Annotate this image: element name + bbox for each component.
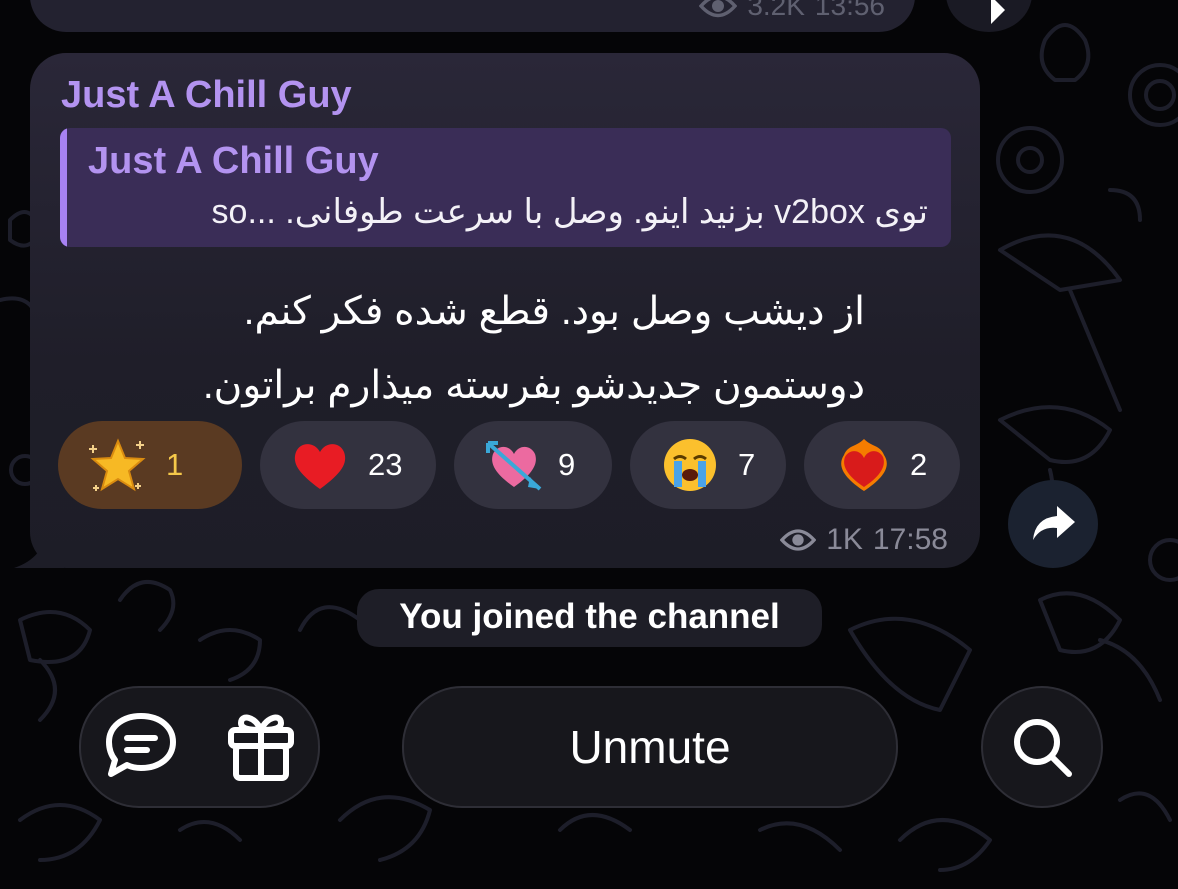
- eye-icon: [699, 0, 738, 18]
- previous-message-meta: 3.2K 13:56: [699, 0, 885, 22]
- message-text: از دیشب وصل بود. قطع شده فکر کنم. دوستمو…: [65, 275, 865, 423]
- comments-icon[interactable]: [103, 708, 179, 784]
- left-actions-pill: [79, 686, 320, 808]
- share-arrow-icon: [991, 0, 1005, 24]
- sender-name[interactable]: Just A Chill Guy: [61, 74, 352, 117]
- unmute-button[interactable]: Unmute: [402, 686, 898, 808]
- reply-text: توی v2box بزنید اینو. وصل با سرعت طوفانی…: [211, 193, 928, 231]
- message-views: 1K: [826, 523, 863, 556]
- previous-message-bubble[interactable]: 3.2K 13:56: [30, 0, 915, 32]
- previous-views: 3.2K: [747, 0, 805, 21]
- reply-accent-bar: [60, 128, 67, 247]
- message-time: 17:58: [872, 523, 948, 556]
- search-icon: [1014, 719, 1072, 777]
- reaction-red-heart[interactable]: 23: [260, 421, 436, 509]
- message-line-1: از دیشب وصل بود. قطع شده فکر کنم.: [243, 290, 865, 333]
- eye-icon: [780, 529, 817, 551]
- message-line-2: دوستمون جدیدشو بفرسته میذارم براتون.: [202, 364, 865, 407]
- star-emoji: [89, 438, 146, 492]
- reaction-star[interactable]: 1: [58, 421, 242, 509]
- reaction-crying-face-count: 7: [738, 447, 756, 482]
- reaction-heart-with-arrow[interactable]: 9: [454, 421, 612, 509]
- reaction-heart-on-fire[interactable]: 2: [804, 421, 960, 509]
- message-bubble[interactable]: Just A Chill Guy Just A Chill Guy توی v2…: [30, 53, 980, 568]
- share-arrow-icon: [1033, 506, 1075, 540]
- reactions-row: 1 23 9 7 2: [58, 419, 960, 515]
- search-button[interactable]: [981, 686, 1103, 808]
- heart-with-arrow-emoji: [486, 441, 542, 491]
- reaction-crying-face[interactable]: 7: [630, 421, 786, 509]
- reaction-heart-with-arrow-count: 9: [558, 447, 576, 482]
- previous-time: 13:56: [814, 0, 885, 21]
- red-heart-emoji: [294, 444, 346, 489]
- share-button[interactable]: [1008, 480, 1098, 568]
- reaction-red-heart-count: 23: [368, 447, 403, 482]
- reply-preview[interactable]: Just A Chill Guy توی v2box بزنید اینو. و…: [60, 128, 951, 247]
- service-message: You joined the channel: [357, 589, 822, 647]
- reply-sender-name: Just A Chill Guy: [88, 140, 379, 182]
- reaction-heart-on-fire-count: 2: [910, 447, 928, 482]
- message-meta: 1K 17:58: [780, 523, 948, 557]
- loudly-crying-face-emoji: [664, 439, 716, 491]
- heart-on-fire-emoji: [841, 439, 887, 491]
- reaction-star-count: 1: [166, 447, 184, 482]
- gift-icon[interactable]: [225, 708, 297, 784]
